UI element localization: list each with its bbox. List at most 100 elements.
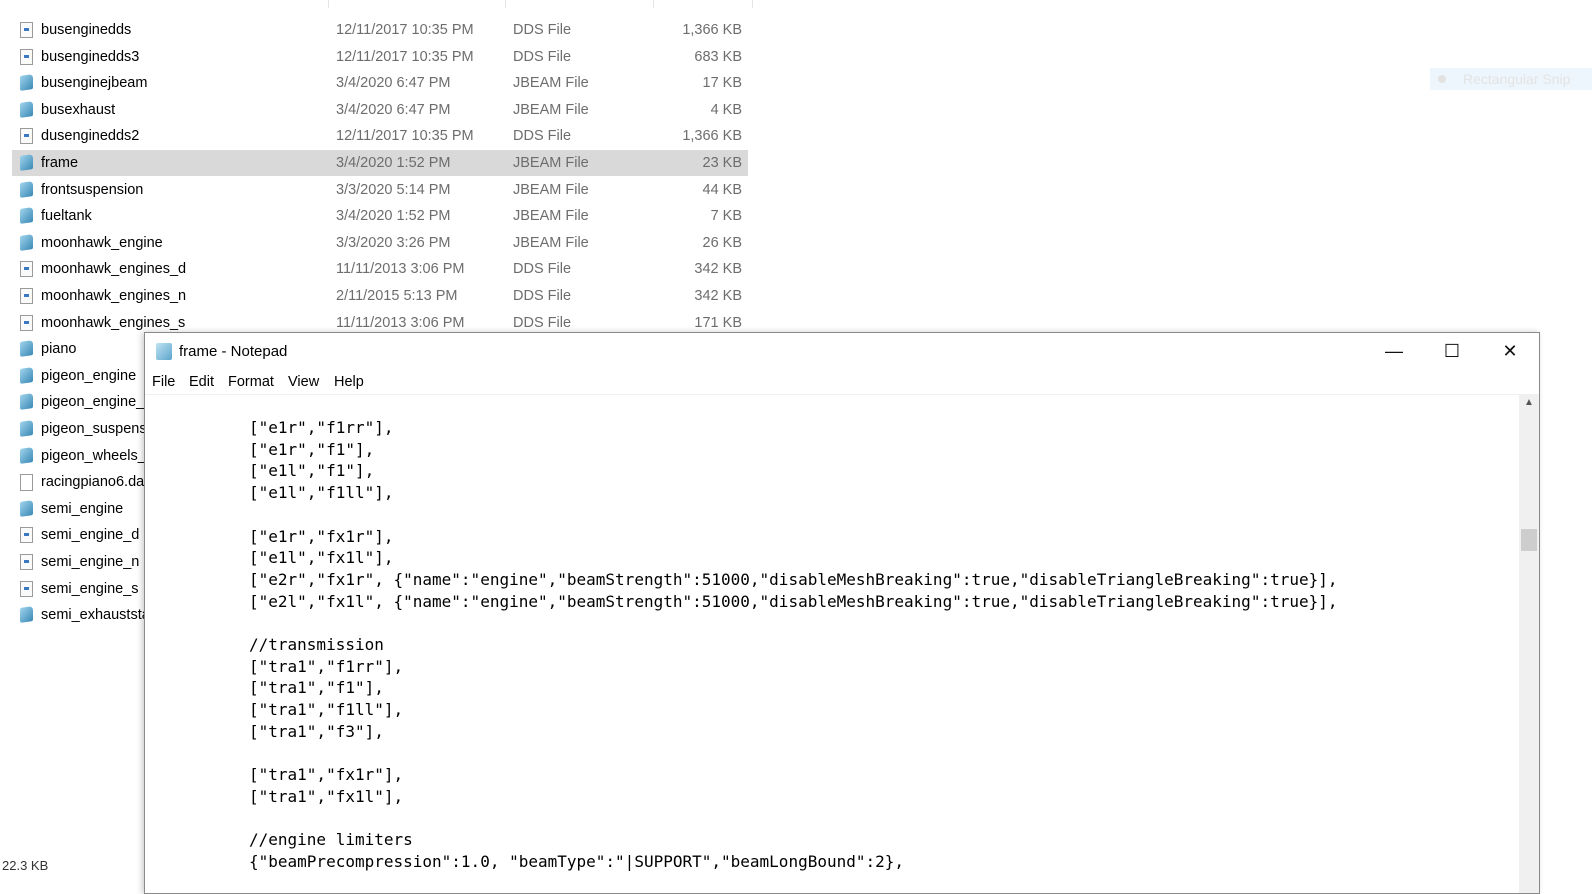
file-date: 3/4/2020 6:47 PM: [336, 75, 451, 92]
jbeam-file-icon: [20, 606, 33, 624]
file-type: DDS File: [513, 288, 572, 304]
file-name: frame: [41, 155, 79, 171]
file-row[interactable]: busenginejbeam 3/4/2020 6:47 PM JBEAM File…: [12, 70, 748, 96]
file-type: DDS File: [513, 22, 572, 38]
minimize-button[interactable]: —: [1365, 333, 1423, 370]
file-name: moonhawk_engine: [41, 234, 163, 251]
jbeam-file-icon: [20, 207, 33, 225]
file-name: semi_engine: [41, 500, 124, 517]
jbeam-file-icon: [20, 180, 33, 198]
file-type: JBEAM File: [513, 155, 589, 171]
menu-edit[interactable]: Edit: [189, 374, 214, 390]
jbeam-file-icon: [20, 233, 33, 251]
dds-file-icon: [20, 22, 33, 38]
file-row[interactable]: moonhawk_engines_d 11/11/2013 3:06 PM DDS …: [12, 256, 748, 282]
file-name: pigeon_suspens: [41, 421, 147, 437]
close-button[interactable]: ✕: [1481, 333, 1539, 370]
title-bar[interactable]: frame - Notepad — ☐ ✕: [145, 333, 1539, 370]
file-date: 3/4/2020 1:52 PM: [336, 208, 451, 225]
file-date: 3/3/2020 5:14 PM: [336, 181, 451, 198]
dds-file-icon: [20, 261, 33, 278]
file-name: moonhawk_engines_d: [41, 261, 187, 278]
file-row[interactable]: frontsuspension 3/3/2020 5:14 PM JBEAM Fil…: [12, 177, 748, 203]
column-divider[interactable]: [505, 0, 506, 8]
file-name: busenginejbeam: [41, 75, 148, 92]
jbeam-file-icon: [20, 366, 33, 384]
file-name: fueltank: [41, 208, 92, 225]
scroll-up-arrow-icon[interactable]: ▲: [1519, 397, 1539, 408]
file-name: dusenginedds2: [41, 128, 140, 145]
file-type: DDS File: [513, 128, 572, 145]
vertical-scrollbar[interactable]: ▲: [1519, 395, 1539, 893]
text-editor[interactable]: ["e1r","f1rr"], ["e1r","f1"], ["e1l","f1…: [145, 395, 1519, 893]
file-date: 11/11/2013 3:06 PM: [336, 261, 465, 278]
file-name: piano: [41, 341, 77, 358]
jbeam-file-icon: [20, 154, 33, 171]
column-divider[interactable]: [752, 0, 753, 8]
file-date: 2/11/2015 5:13 PM: [336, 288, 458, 304]
notepad-window: frame - Notepad — ☐ ✕ File Edit Format V…: [144, 332, 1540, 894]
file-row[interactable]: busenginedds3 12/11/2017 10:35 PM DDS File…: [12, 44, 748, 70]
blank-file-icon: [20, 474, 33, 492]
file-name: pigeon_wheels_: [41, 447, 146, 464]
editor-content[interactable]: ["e1r","f1rr"], ["e1r","f1"], ["e1l","f1…: [249, 417, 1338, 873]
file-type: JBEAM File: [513, 75, 589, 92]
file-size: 17 KB: [702, 75, 743, 92]
scrollbar-thumb[interactable]: [1521, 529, 1537, 551]
file-name: busexhaust: [41, 101, 116, 118]
menu-view[interactable]: View: [288, 374, 319, 390]
menu-help[interactable]: Help: [334, 374, 364, 390]
file-name: moonhawk_engines_s: [41, 314, 186, 331]
menu-bar: File Edit Format View Help: [145, 370, 1539, 395]
dds-file-icon: [20, 527, 33, 544]
file-row[interactable]: dusenginedds2 12/11/2017 10:35 PM DDS File…: [12, 123, 748, 149]
file-type: DDS File: [513, 48, 572, 65]
file-size: 683 KB: [694, 48, 742, 65]
file-size: 342 KB: [694, 261, 742, 278]
file-date: 3/4/2020 6:47 PM: [336, 101, 451, 118]
column-divider[interactable]: [328, 0, 329, 8]
jbeam-file-icon: [20, 100, 33, 118]
status-selected-size: 22.3 KB: [2, 858, 49, 873]
file-row[interactable]: moonhawk_engine 3/3/2020 3:26 PM JBEAM Fil…: [12, 230, 748, 256]
file-row[interactable]: moonhawk_engines_n 2/11/2015 5:13 PM DDS F…: [12, 283, 748, 309]
jbeam-file-icon: [20, 420, 33, 437]
menu-file[interactable]: File: [152, 374, 175, 390]
dds-file-icon: [20, 314, 33, 331]
file-type: JBEAM File: [513, 208, 589, 225]
file-row[interactable]: busenginedds 12/11/2017 10:35 PM DDS File 1…: [12, 17, 748, 43]
dds-file-icon: [20, 128, 33, 145]
file-name: frontsuspension: [41, 181, 144, 198]
file-type: DDS File: [513, 314, 572, 331]
file-name: semi_exhauststa: [41, 607, 150, 624]
file-size: 342 KB: [694, 288, 742, 304]
file-name: racingpiano6.da: [41, 474, 145, 491]
file-date: 12/11/2017 10:35 PM: [336, 128, 474, 145]
file-row[interactable]: busexhaust 3/4/2020 6:47 PM JBEAM File 4 KB: [12, 97, 748, 123]
file-size: 26 KB: [702, 234, 743, 251]
file-name: pigeon_engine_: [41, 394, 145, 411]
file-date: 3/3/2020 3:26 PM: [336, 234, 451, 251]
file-size: 23 KB: [702, 155, 743, 171]
dds-file-icon: [20, 48, 33, 65]
file-row[interactable]: frame 3/4/2020 1:52 PM JBEAM File 23 KB: [12, 150, 748, 176]
file-name: semi_engine_s: [41, 580, 139, 597]
rectangular-snip-button[interactable]: Rectangular Snip: [1430, 68, 1592, 90]
dds-file-icon: [20, 288, 33, 304]
snip-label: Rectangular Snip: [1463, 71, 1571, 87]
dds-file-icon: [20, 580, 33, 597]
file-type: JBEAM File: [513, 181, 589, 198]
file-date: 12/11/2017 10:35 PM: [336, 22, 474, 38]
maximize-button[interactable]: ☐: [1423, 333, 1481, 370]
column-divider[interactable]: [653, 0, 654, 8]
file-name: moonhawk_engines_n: [41, 288, 187, 304]
file-type: JBEAM File: [513, 234, 589, 251]
file-row[interactable]: fueltank 3/4/2020 1:52 PM JBEAM File 7 KB: [12, 203, 748, 229]
menu-format[interactable]: Format: [228, 374, 274, 390]
snip-mode-icon: [1438, 75, 1446, 83]
dds-file-icon: [20, 554, 33, 570]
file-name: semi_engine_n: [41, 554, 140, 570]
file-size: 7 KB: [710, 208, 742, 225]
notepad-icon: [156, 343, 172, 360]
file-name: busenginedds3: [41, 48, 140, 65]
